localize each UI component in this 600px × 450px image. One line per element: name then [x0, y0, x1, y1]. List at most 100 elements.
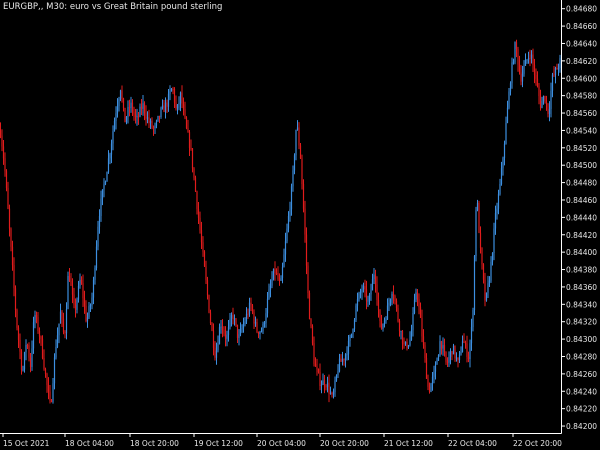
- y-tick-label: 0.84380: [566, 266, 597, 275]
- candle-body: [272, 268, 275, 280]
- candle-body: [430, 383, 432, 392]
- x-tick-label: 18 Oct 04:00: [65, 439, 114, 448]
- candle-body: [554, 68, 557, 75]
- y-tick-label: 0.84680: [566, 5, 597, 14]
- candle-body: [412, 313, 414, 331]
- candle-body: [436, 360, 438, 365]
- candle-body: [139, 106, 141, 117]
- candle-body: [515, 42, 518, 49]
- candle-body: [26, 345, 29, 347]
- candle-body: [175, 102, 177, 109]
- candle-body: [136, 116, 138, 118]
- candle-body: [419, 307, 422, 319]
- candle-body: [233, 318, 236, 320]
- candle-body: [56, 335, 59, 348]
- candle-body: [409, 339, 411, 346]
- candle-body: [107, 158, 110, 173]
- candle-body: [40, 336, 42, 339]
- candle-body: [521, 73, 524, 82]
- candle-body: [484, 279, 486, 301]
- candle-body: [2, 146, 5, 159]
- candle-body: [29, 357, 32, 367]
- candle-body: [439, 341, 441, 356]
- candle-body: [316, 366, 318, 370]
- candle-body: [380, 320, 383, 329]
- candle-body: [38, 330, 41, 337]
- candle-body: [491, 253, 494, 262]
- candle-body: [181, 92, 183, 105]
- candle-body: [20, 351, 23, 370]
- candle-body: [37, 317, 39, 331]
- candle-body: [208, 295, 210, 313]
- candle-body: [83, 298, 86, 306]
- candle-body: [1, 135, 3, 147]
- candle-body: [283, 254, 285, 268]
- candle-body: [200, 230, 203, 243]
- candle-body: [559, 58, 561, 69]
- candle-body: [517, 48, 519, 65]
- candle-body: [317, 369, 320, 373]
- candle-body: [421, 318, 423, 337]
- candle-body: [43, 357, 45, 369]
- candle-body: [503, 143, 506, 158]
- candle-body: [533, 64, 536, 75]
- candle-body: [542, 96, 545, 101]
- candle-body: [487, 283, 489, 293]
- chart-svg[interactable]: 0.84680 0.84660 0.84640 0.84620 0.84600 0.845…: [0, 0, 600, 450]
- candle-body: [544, 96, 546, 102]
- candle-body: [47, 384, 50, 392]
- candle-body: [124, 107, 126, 123]
- chart-title: EURGBP,, M30: euro vs Great Britain poun…: [3, 2, 223, 12]
- candle-body: [13, 265, 15, 289]
- y-tick-label: 0.84360: [566, 283, 597, 292]
- candle-body: [527, 58, 530, 60]
- candle-body: [364, 286, 366, 290]
- candle-body: [49, 391, 51, 402]
- candle-body: [244, 321, 246, 325]
- candle-body: [247, 313, 249, 315]
- y-tick-label: 0.84420: [566, 231, 597, 240]
- candle-body: [263, 322, 266, 324]
- candle-body: [286, 228, 288, 242]
- candle-body: [52, 383, 54, 402]
- candle-body: [112, 131, 114, 144]
- candle-body: [458, 354, 461, 361]
- candle-body: [97, 226, 99, 247]
- candle-body: [383, 320, 386, 325]
- candle-body: [547, 103, 549, 114]
- candle-body: [158, 115, 161, 118]
- y-tick-label: 0.84600: [566, 74, 597, 83]
- candle-body: [34, 315, 36, 323]
- candle-body: [214, 347, 216, 358]
- price-chart[interactable]: 0.84680 0.84660 0.84640 0.84620 0.84600 0.845…: [0, 0, 600, 450]
- candle-body: [488, 280, 491, 284]
- candle-body: [356, 299, 359, 306]
- candle-body: [119, 90, 122, 99]
- candle-body: [65, 308, 68, 334]
- candle-body: [110, 143, 113, 155]
- candle-body: [386, 305, 389, 320]
- candle-body: [410, 330, 413, 340]
- y-tick-label: 0.84500: [566, 161, 597, 170]
- candle-body: [493, 228, 495, 254]
- candle-body: [161, 105, 164, 109]
- candle-body: [428, 386, 431, 392]
- candle-body: [404, 341, 407, 344]
- candle-body: [350, 333, 353, 337]
- candle-body: [94, 267, 96, 280]
- candle-body: [467, 356, 470, 360]
- candle-body: [509, 83, 512, 92]
- candle-body: [262, 323, 264, 332]
- candle-body: [265, 313, 267, 323]
- candle-body: [469, 343, 471, 360]
- candle-body: [113, 121, 116, 132]
- candle-body: [550, 90, 552, 109]
- candle-body: [418, 299, 420, 308]
- candle-body: [382, 324, 384, 329]
- candle-body: [307, 265, 309, 293]
- candle-body: [446, 361, 449, 363]
- candle-body: [391, 293, 393, 300]
- candle-body: [482, 264, 485, 280]
- candle-body: [193, 168, 195, 178]
- candle-body: [71, 285, 74, 295]
